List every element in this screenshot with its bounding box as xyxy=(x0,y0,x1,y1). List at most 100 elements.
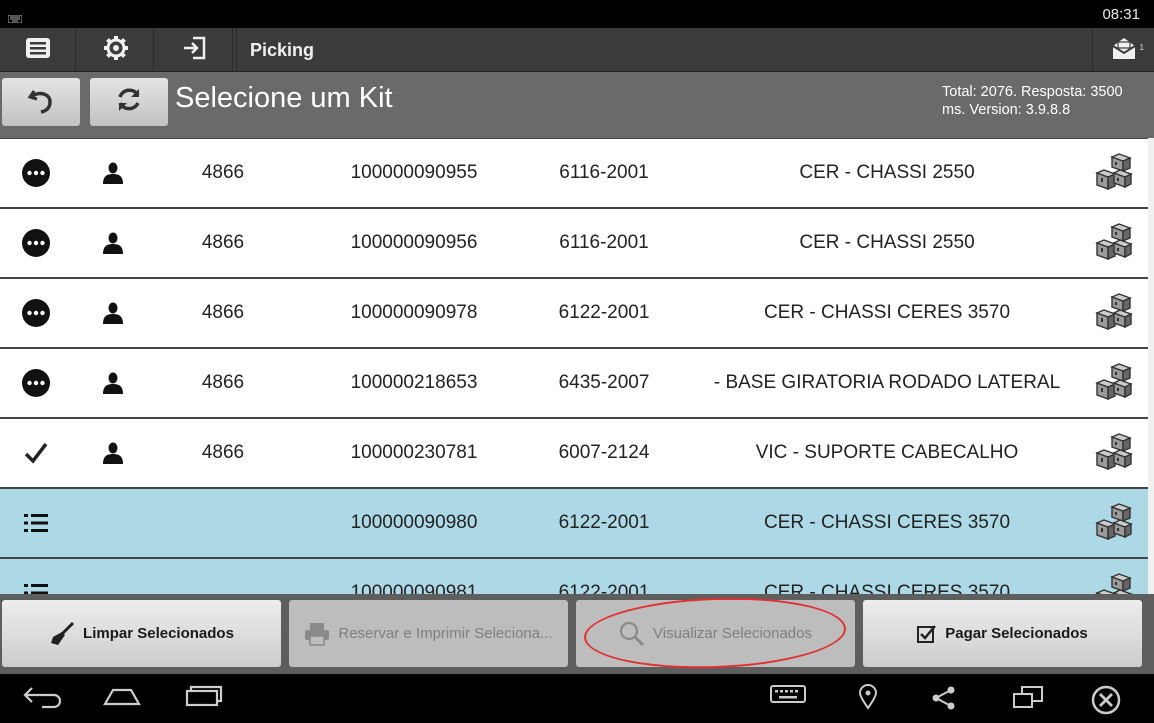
person-icon[interactable] xyxy=(88,349,138,417)
boxes-icon[interactable] xyxy=(1086,489,1140,557)
pending-icon[interactable] xyxy=(10,209,62,277)
kit-description: VIC - SUPORTE CABECALHO xyxy=(755,442,1019,463)
part-number: 6122-2001 xyxy=(558,302,650,323)
server-info: Total: 2076. Resposta: 3500 ms. Version:… xyxy=(942,84,1123,118)
location-pin-icon xyxy=(856,684,880,715)
boxes-icon[interactable] xyxy=(1086,209,1140,277)
kit-code: 100000090978 xyxy=(350,302,478,323)
menu-button[interactable] xyxy=(0,28,76,72)
back-button[interactable] xyxy=(2,78,80,126)
list-icon[interactable] xyxy=(10,489,62,557)
table-row[interactable]: 4866 100000090956 6116-2001 CER - CHASSI 25… xyxy=(0,208,1148,278)
kit-description: CER - CHASSI CERES 3570 xyxy=(763,512,1011,533)
kit-code: 100000090956 xyxy=(350,232,478,253)
order-number: 4866 xyxy=(201,442,245,463)
messages-button[interactable]: 1 xyxy=(1092,28,1154,72)
list-icon[interactable] xyxy=(10,559,62,594)
keyboard-notification-icon xyxy=(7,10,23,28)
person-icon[interactable] xyxy=(88,139,138,207)
undo-icon xyxy=(26,85,56,120)
action-bar: Picking 1 xyxy=(0,28,1154,72)
keyboard-icon xyxy=(770,684,806,709)
home-icon xyxy=(102,684,142,715)
reserve-print-button[interactable]: Reservar e Imprimir Seleciona... xyxy=(289,600,568,667)
search-icon xyxy=(619,621,645,647)
empty-cell xyxy=(88,489,138,557)
boxes-icon[interactable] xyxy=(1086,139,1140,207)
kit-description: CER - CHASSI CERES 3570 xyxy=(763,302,1011,323)
system-navigation-bar xyxy=(0,674,1154,723)
kit-code: 100000090981 xyxy=(350,582,478,594)
logout-button[interactable] xyxy=(157,28,233,72)
kit-code: 100000230781 xyxy=(350,442,478,463)
clear-selected-label: Limpar Selecionados xyxy=(83,625,234,642)
part-number: 6007-2124 xyxy=(558,442,650,463)
nav-close-button[interactable] xyxy=(1090,684,1122,721)
kit-description: CER - CHASSI 2550 xyxy=(799,232,975,253)
nav-recents-button[interactable] xyxy=(184,684,224,715)
refresh-icon xyxy=(114,85,144,120)
pending-icon[interactable] xyxy=(10,349,62,417)
person-icon[interactable] xyxy=(88,209,138,277)
nav-back-button[interactable] xyxy=(22,684,62,715)
nav-keyboard-button[interactable] xyxy=(770,684,806,709)
list-icon xyxy=(25,37,51,64)
part-number: 6122-2001 xyxy=(558,582,650,594)
app-title: Picking xyxy=(236,28,314,72)
kit-description: - BASE GIRATORIA RODADO LATERAL xyxy=(713,372,1061,393)
part-number: 6116-2001 xyxy=(559,162,649,183)
kit-list[interactable]: 4866 100000090955 6116-2001 CER - CHASSI 25… xyxy=(0,138,1148,594)
status-bar: 08:31 xyxy=(0,0,1154,28)
printer-icon xyxy=(304,622,330,646)
kit-code: 100000090980 xyxy=(350,512,478,533)
boxes-icon[interactable] xyxy=(1086,279,1140,347)
person-icon[interactable] xyxy=(88,419,138,487)
share-icon xyxy=(930,684,958,717)
person-icon[interactable] xyxy=(88,279,138,347)
clock: 08:31 xyxy=(1102,6,1140,23)
envelope-icon xyxy=(1110,35,1138,66)
order-number: 4866 xyxy=(201,162,245,183)
boxes-icon[interactable] xyxy=(1086,559,1140,594)
view-selected-label: Visualizar Selecionados xyxy=(653,625,812,642)
table-row[interactable]: 4866 100000090955 6116-2001 CER - CHASSI 25… xyxy=(0,138,1148,208)
table-row[interactable]: 100000090981 6122-2001 CER - CHASSI CERES … xyxy=(0,558,1148,594)
nav-window-button[interactable] xyxy=(1012,684,1044,715)
view-selected-button[interactable]: Visualizar Selecionados xyxy=(576,600,855,667)
settings-button[interactable] xyxy=(78,28,154,72)
bottom-toolbar: Limpar Selecionados Reservar e Imprimir … xyxy=(0,594,1154,674)
refresh-button[interactable] xyxy=(90,78,168,126)
order-number: 4866 xyxy=(201,372,245,393)
nav-home-button[interactable] xyxy=(102,684,142,715)
window-resize-icon xyxy=(1012,684,1044,715)
pay-selected-label: Pagar Selecionados xyxy=(945,625,1088,642)
order-number: 4866 xyxy=(201,302,245,323)
part-number: 6122-2001 xyxy=(558,512,650,533)
nav-location-button[interactable] xyxy=(856,684,880,715)
table-row[interactable]: 4866 100000230781 6007-2124 VIC - SUPORTE C… xyxy=(0,418,1148,488)
pending-icon[interactable] xyxy=(10,139,62,207)
order-number xyxy=(183,559,263,594)
part-number: 6116-2001 xyxy=(559,232,649,253)
message-count-badge: 1 xyxy=(1139,43,1144,52)
table-row[interactable]: 100000090980 6122-2001 CER - CHASSI CERES … xyxy=(0,488,1148,558)
order-number xyxy=(183,489,263,557)
table-row[interactable]: 4866 100000218653 6435-2007 - BASE GIRATORI… xyxy=(0,348,1148,418)
broom-icon xyxy=(49,621,75,647)
page-title: Selecione um Kit xyxy=(175,82,393,114)
part-number: 6435-2007 xyxy=(558,372,650,393)
table-row[interactable]: 4866 100000090978 6122-2001 CER - CHASSI CE… xyxy=(0,278,1148,348)
kit-code: 100000090955 xyxy=(350,162,478,183)
check-icon[interactable] xyxy=(10,419,62,487)
nav-share-button[interactable] xyxy=(930,684,958,717)
gear-icon xyxy=(103,35,129,66)
pay-selected-button[interactable]: Pagar Selecionados xyxy=(863,600,1142,667)
pending-icon[interactable] xyxy=(10,279,62,347)
checkbox-icon xyxy=(917,624,937,644)
order-number: 4866 xyxy=(201,232,245,253)
clear-selected-button[interactable]: Limpar Selecionados xyxy=(2,600,281,667)
boxes-icon[interactable] xyxy=(1086,349,1140,417)
boxes-icon[interactable] xyxy=(1086,419,1140,487)
kit-description: CER - CHASSI 2550 xyxy=(799,162,975,183)
back-arrow-icon xyxy=(22,684,62,715)
